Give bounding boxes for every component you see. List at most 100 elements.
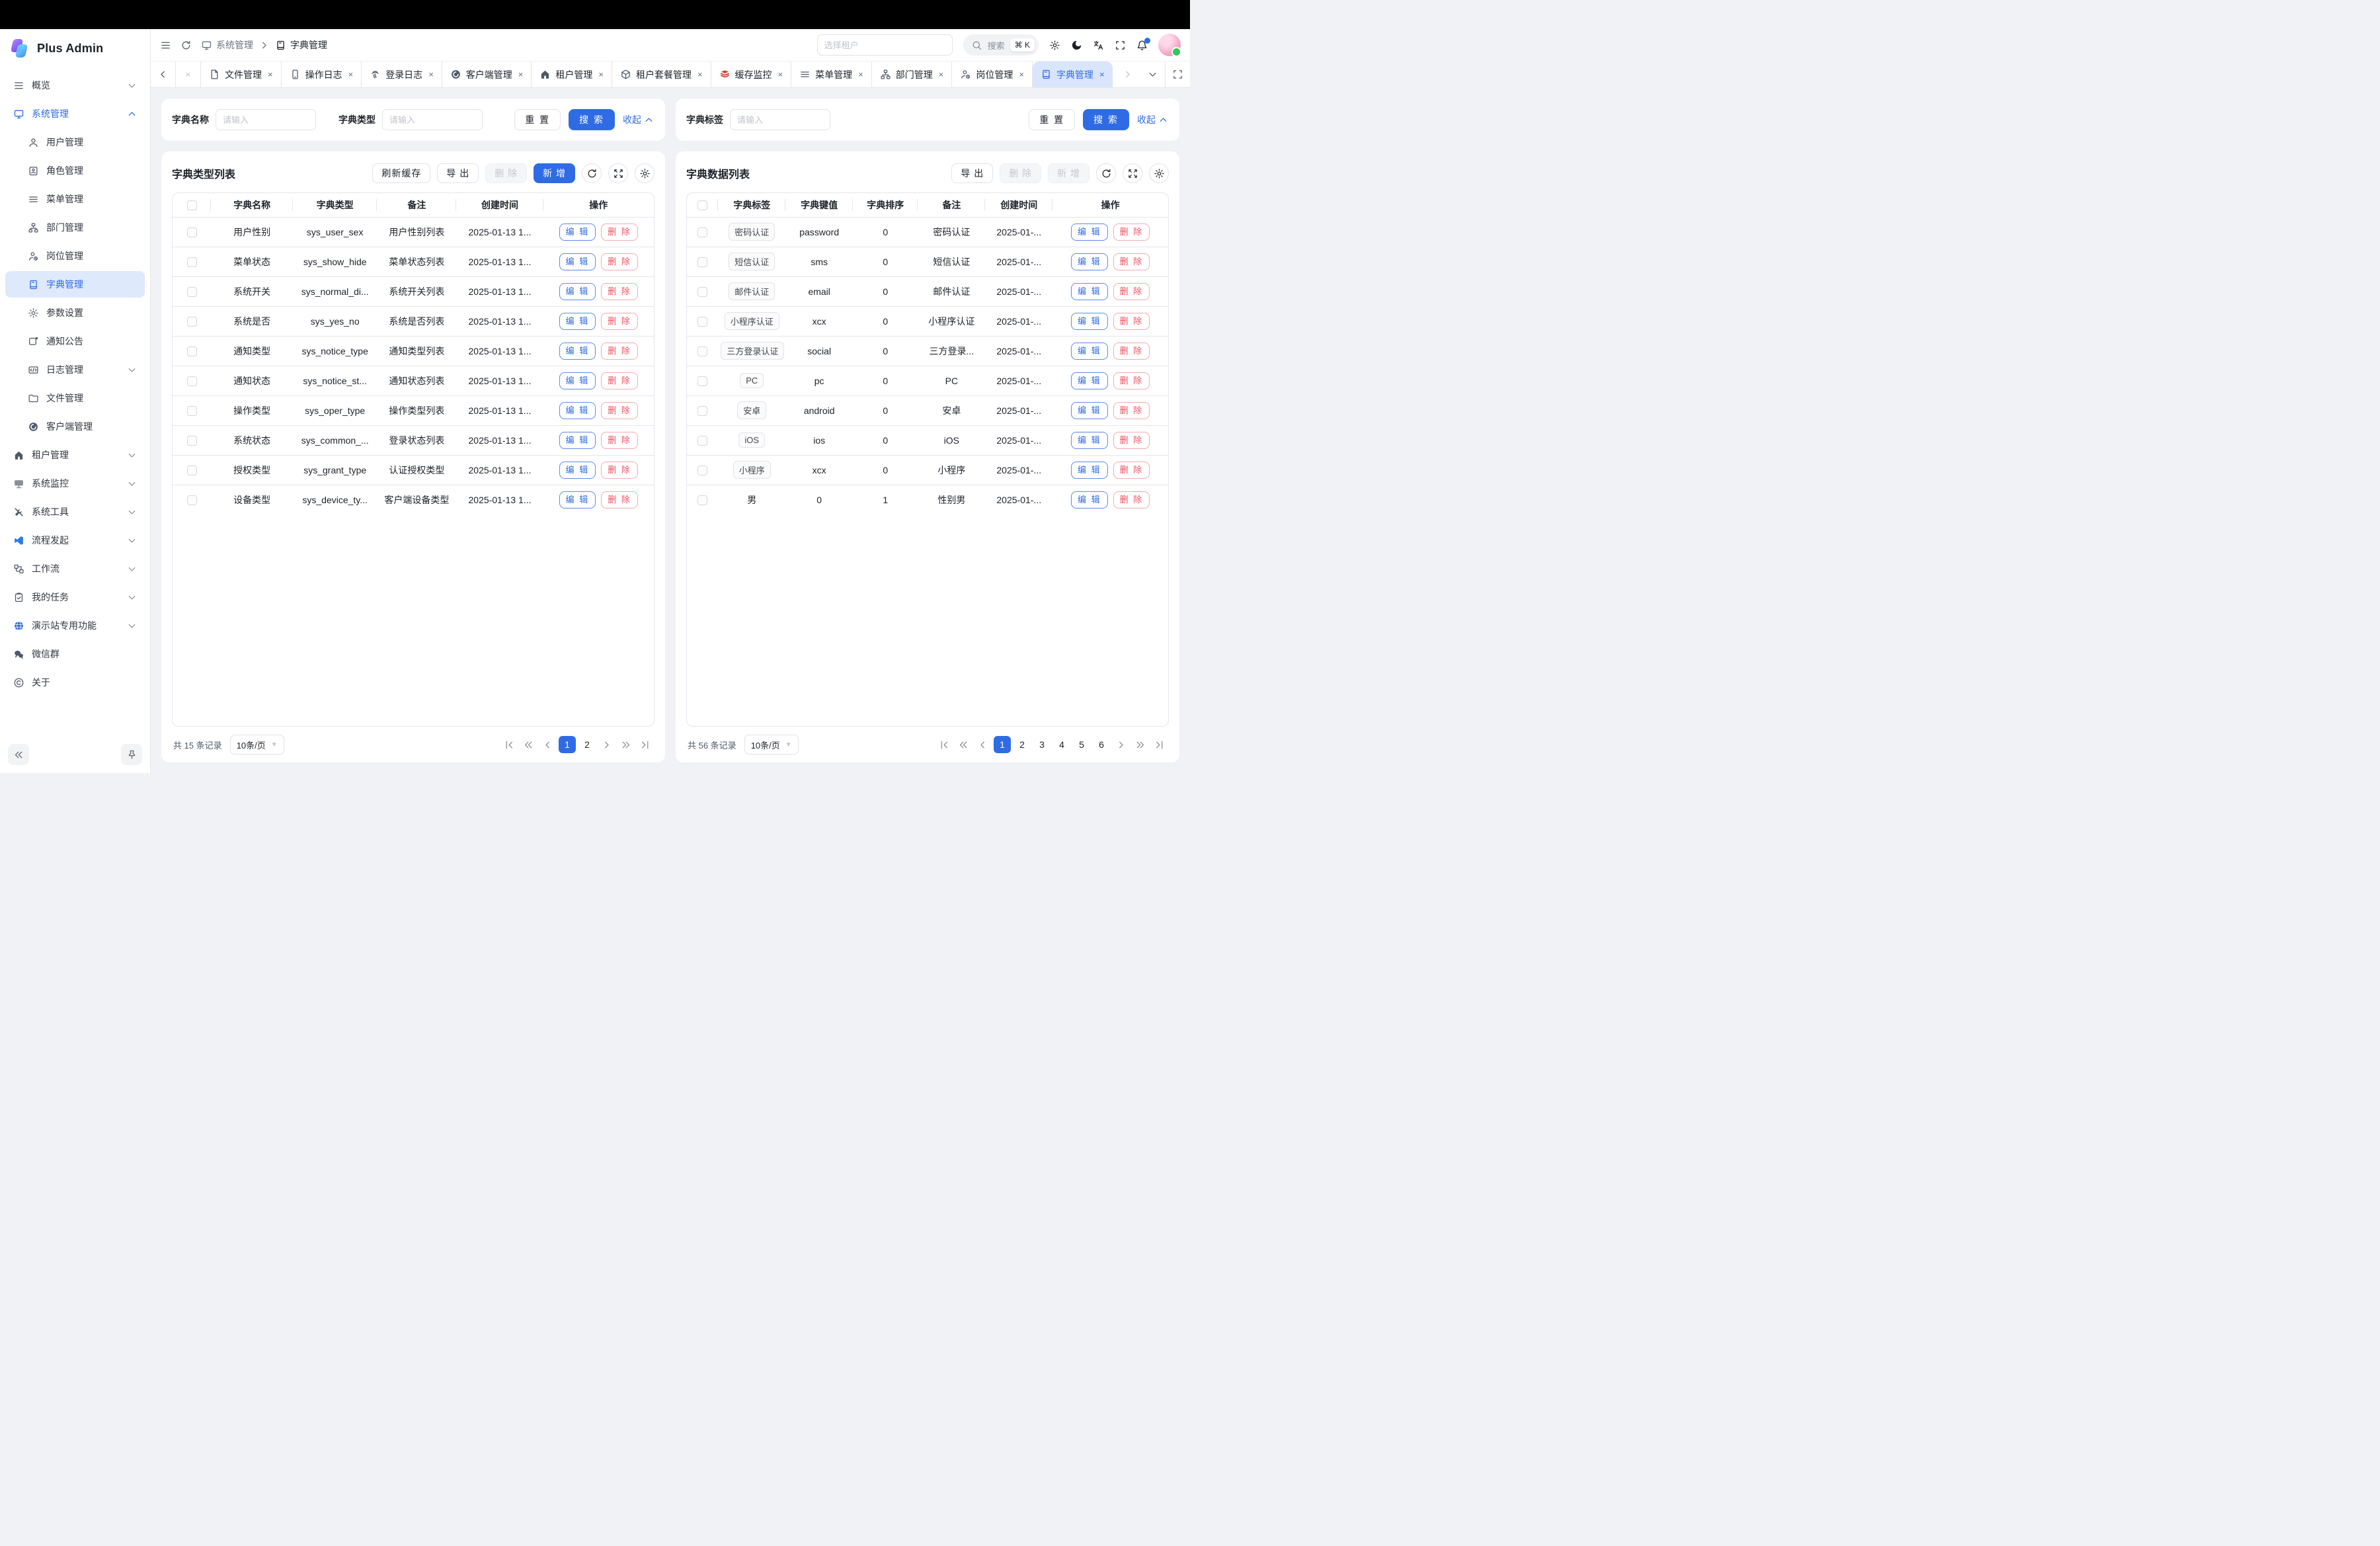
- page-size-select[interactable]: 10条/页▼: [744, 735, 799, 754]
- row-checkbox[interactable]: [697, 406, 707, 416]
- tab-loginlog[interactable]: 登录日志×: [362, 61, 442, 87]
- table-fullscreen-button[interactable]: [1123, 163, 1142, 183]
- sidebar-item-system[interactable]: 系统管理: [5, 101, 145, 127]
- row-checkbox[interactable]: [697, 495, 707, 505]
- tab-tenantpkg[interactable]: 租户套餐管理×: [612, 61, 711, 87]
- tab-close-icon[interactable]: ×: [268, 69, 273, 79]
- tab-close-icon[interactable]: ×: [428, 69, 434, 79]
- tab-dict[interactable]: 字典管理×: [1033, 61, 1113, 87]
- tab-close-icon[interactable]: ×: [858, 69, 863, 79]
- page-4-button[interactable]: 4: [1053, 736, 1070, 753]
- edit-button[interactable]: 编 辑: [1071, 343, 1108, 360]
- edit-button[interactable]: 编 辑: [559, 224, 596, 241]
- collapse-link[interactable]: 收起: [623, 113, 654, 126]
- sidebar-item-workflow[interactable]: 工作流: [5, 555, 145, 582]
- page-1-button[interactable]: 1: [994, 736, 1011, 753]
- sidebar-item-notice[interactable]: 通知公告: [5, 328, 145, 354]
- row-checkbox[interactable]: [697, 257, 707, 267]
- delete-button[interactable]: 删 除: [601, 462, 638, 479]
- edit-button[interactable]: 编 辑: [1071, 253, 1108, 270]
- next-page-button[interactable]: [1113, 738, 1129, 752]
- tab-file[interactable]: 文件管理×: [201, 61, 282, 87]
- reset-button[interactable]: 重 置: [514, 109, 561, 130]
- dict-name-input[interactable]: [216, 109, 316, 130]
- refresh-page-button[interactable]: [180, 40, 192, 51]
- tab-close-icon[interactable]: ×: [778, 69, 783, 79]
- edit-button[interactable]: 编 辑: [1071, 462, 1108, 479]
- page-2-button[interactable]: 2: [578, 736, 596, 753]
- prev-page-button[interactable]: [974, 738, 991, 752]
- sidebar-item-dict[interactable]: 字典管理: [5, 271, 145, 298]
- tenant-select-input[interactable]: [817, 34, 953, 56]
- delete-button[interactable]: 删 除: [601, 313, 638, 330]
- sidebar-item-tenant[interactable]: 租户管理: [5, 442, 145, 468]
- edit-button[interactable]: 编 辑: [559, 491, 596, 509]
- row-checkbox[interactable]: [187, 406, 197, 416]
- edit-button[interactable]: 编 辑: [559, 462, 596, 479]
- edit-button[interactable]: 编 辑: [559, 343, 596, 360]
- tabs-menu-button[interactable]: [1140, 61, 1165, 87]
- page-6-button[interactable]: 6: [1093, 736, 1110, 753]
- select-all-checkbox[interactable]: [697, 200, 707, 210]
- prev-pages-button[interactable]: [520, 738, 537, 752]
- delete-button[interactable]: 删 除: [601, 253, 638, 270]
- delete-button[interactable]: 删 除: [1113, 283, 1150, 300]
- row-checkbox[interactable]: [187, 436, 197, 446]
- table-fullscreen-button[interactable]: [608, 163, 628, 183]
- sidebar-item-sysmon[interactable]: 系统监控: [5, 470, 145, 497]
- delete-button[interactable]: 删 除: [1113, 402, 1150, 419]
- export-button[interactable]: 导 出: [951, 163, 993, 183]
- sidebar-item-flow[interactable]: 流程发起: [5, 527, 145, 553]
- dict-label-input[interactable]: [730, 109, 830, 130]
- delete-button[interactable]: 删 除: [1113, 343, 1150, 360]
- delete-button[interactable]: 删 除: [601, 432, 638, 449]
- tab-oplog[interactable]: 操作日志×: [282, 61, 362, 87]
- page-2-button[interactable]: 2: [1013, 736, 1031, 753]
- fullscreen-button[interactable]: [1115, 40, 1126, 51]
- row-checkbox[interactable]: [187, 466, 197, 475]
- edit-button[interactable]: 编 辑: [559, 283, 596, 300]
- first-page-button[interactable]: [936, 738, 953, 752]
- sidebar-item-users[interactable]: 用户管理: [5, 129, 145, 155]
- reset-button[interactable]: 重 置: [1029, 109, 1075, 130]
- sidebar-item-roles[interactable]: 角色管理: [5, 157, 145, 184]
- tab-close-icon[interactable]: ×: [939, 69, 944, 79]
- row-checkbox[interactable]: [187, 287, 197, 297]
- delete-button[interactable]: 删 除: [1113, 432, 1150, 449]
- row-checkbox[interactable]: [697, 466, 707, 475]
- tab-post[interactable]: 岗位管理×: [952, 61, 1033, 87]
- first-page-button[interactable]: [501, 738, 518, 752]
- breadcrumb-system[interactable]: 系统管理: [201, 38, 253, 52]
- sidebar-item-posts[interactable]: 岗位管理: [5, 243, 145, 269]
- next-pages-button[interactable]: [1132, 738, 1148, 752]
- sidebar-item-menus[interactable]: 菜单管理: [5, 186, 145, 212]
- delete-button[interactable]: 删 除: [601, 402, 638, 419]
- row-checkbox[interactable]: [187, 227, 197, 237]
- tab-close-icon[interactable]: ×: [518, 69, 524, 79]
- tab-tenant[interactable]: 租户管理×: [532, 61, 612, 87]
- sidebar-item-depts[interactable]: 部门管理: [5, 214, 145, 241]
- tab-close-icon[interactable]: ×: [697, 69, 703, 79]
- delete-button[interactable]: 删 除: [1000, 163, 1041, 183]
- tab-menu[interactable]: 菜单管理×: [791, 61, 872, 87]
- last-page-button[interactable]: [637, 738, 653, 752]
- edit-button[interactable]: 编 辑: [1071, 313, 1108, 330]
- tab-cache[interactable]: 缓存监控×: [711, 61, 792, 87]
- edit-button[interactable]: 编 辑: [1071, 283, 1108, 300]
- refresh-cache-button[interactable]: 刷新缓存: [372, 163, 430, 183]
- delete-button[interactable]: 删 除: [1113, 224, 1150, 241]
- sidebar-item-files[interactable]: 文件管理: [5, 385, 145, 411]
- delete-button[interactable]: 删 除: [601, 224, 638, 241]
- sidebar-item-logs[interactable]: 日志管理: [5, 356, 145, 383]
- edit-button[interactable]: 编 辑: [559, 372, 596, 389]
- tab-close-icon[interactable]: ×: [1099, 69, 1105, 79]
- page-3-button[interactable]: 3: [1033, 736, 1051, 753]
- delete-button[interactable]: 删 除: [485, 163, 527, 183]
- select-all-checkbox[interactable]: [187, 200, 197, 210]
- page-1-button[interactable]: 1: [559, 736, 576, 753]
- sidebar-item-demo[interactable]: 演示站专用功能: [5, 612, 145, 639]
- sidebar-item-about[interactable]: 关于: [5, 669, 145, 696]
- next-pages-button[interactable]: [617, 738, 634, 752]
- tab-client[interactable]: 客户端管理×: [442, 61, 532, 87]
- delete-button[interactable]: 删 除: [1113, 372, 1150, 389]
